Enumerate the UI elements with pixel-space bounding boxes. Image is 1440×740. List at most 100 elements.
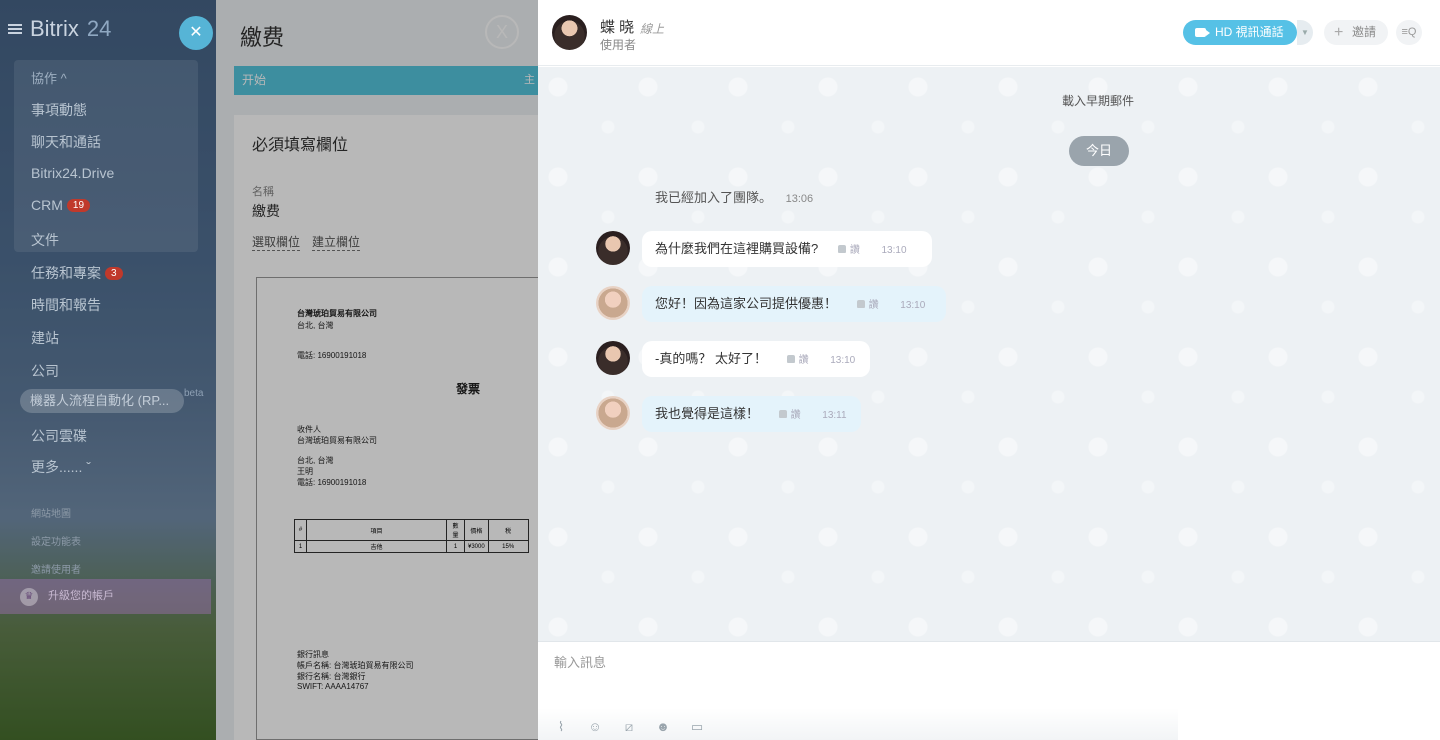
sidebar-item-more[interactable]: 更多...... ˇ (31, 457, 91, 477)
sidebar-item-company-drive[interactable]: 公司雲碟 (31, 426, 87, 446)
screen-icon[interactable]: ▭ (688, 718, 706, 736)
message-composer: 輸入訊息 ⌇ ☺ ⧄ ☻ ▭ (538, 641, 1440, 740)
message-time: 13:10 (900, 300, 926, 311)
doc-phone: 電話: 16900191018 (297, 351, 367, 360)
crown-icon: ♛ (20, 588, 38, 606)
table-cell: 吉他 (306, 540, 447, 553)
sidebar-item-company[interactable]: 公司 (31, 361, 59, 381)
card-heading: 必須填寫欄位 (252, 137, 349, 154)
date-divider: 今日 (1069, 136, 1129, 166)
name-field-value[interactable]: 繳费 (252, 201, 280, 221)
like-button[interactable]: 讚 (778, 410, 801, 421)
search-icon[interactable]: ≡Q (1396, 20, 1422, 45)
message-text: 為什麼我們在這裡購買設備? (655, 241, 819, 256)
close-icon[interactable]: X (485, 15, 519, 49)
close-slider-button[interactable]: ✕ (179, 16, 213, 50)
message-time: 13:11 (822, 410, 847, 421)
bitrix-logo[interactable]: Bitrix 24 (8, 16, 111, 42)
system-message: 我已經加入了團隊。 13:06 (655, 187, 813, 206)
sidebar-item-drive[interactable]: Bitrix24.Drive (31, 165, 114, 181)
avatar[interactable] (552, 15, 587, 50)
upgrade-account-button[interactable]: ♛ 升級您的帳戶 (0, 579, 211, 614)
menu-icon[interactable] (8, 24, 22, 34)
invoice-document: 台灣琥珀貿易有限公司 台北, 台灣 電話: 16900191018 發票 收件人… (256, 277, 538, 740)
message-input[interactable]: 輸入訊息 (554, 652, 606, 671)
page-title: 繳费 (240, 25, 285, 50)
list-item[interactable]: -真的嗎？ 太好了！ 讚 13:10 (642, 341, 870, 377)
load-earlier-link[interactable]: 載入早期郵件 (538, 92, 1440, 109)
list-item[interactable]: 為什麼我們在這裡購買設備? 讚 13:10 (642, 231, 932, 267)
crm-count-badge: 19 (66, 199, 91, 212)
thumbs-up-icon (778, 410, 787, 418)
sidebar-item-documents[interactable]: 文件 (31, 230, 59, 250)
status-badge: 線上 (640, 22, 665, 36)
doc-city: 台北, 台灣 (297, 321, 334, 330)
chevron-down-icon[interactable]: ▼ (1297, 20, 1313, 45)
table-cell: 1 (294, 540, 307, 553)
table-header: 價格 (464, 519, 489, 541)
name-field-label: 名稱 (252, 186, 274, 198)
thumbs-up-icon (786, 355, 795, 363)
message-time: 13:10 (881, 245, 907, 256)
like-button[interactable]: 讚 (837, 245, 860, 256)
list-item[interactable]: 我也覺得是這樣！ 讚 13:11 (642, 396, 861, 432)
slash-icon[interactable]: ⧄ (620, 718, 638, 736)
contact-name[interactable]: 蝶 晓 (600, 16, 634, 37)
select-field-link[interactable]: 選取欄位 (252, 233, 301, 251)
chat-panel: 蝶 晓 線上 使用者 HD 視訊通話 ▼ + 邀請 ≡Q 載入早期郵件 今日 我… (538, 0, 1440, 740)
avatar[interactable] (596, 341, 630, 375)
avatar[interactable] (596, 231, 630, 265)
hd-video-call-button[interactable]: HD 視訊通話 (1183, 20, 1297, 45)
message-time: 13:10 (830, 355, 856, 366)
sidebar-item-crm[interactable]: CRM 19 (31, 197, 91, 213)
invite-button[interactable]: + 邀請 (1324, 20, 1388, 45)
invite-users-link[interactable]: 邀請使用者 (31, 561, 81, 576)
chat-header: 蝶 晓 線上 使用者 HD 視訊通話 ▼ + 邀請 ≡Q (538, 0, 1440, 66)
table-header: 項目 (306, 519, 447, 541)
stage-next[interactable]: 主 (516, 66, 538, 95)
doc-recipient: 台灣琥珀貿易有限公司 (297, 436, 377, 445)
configure-menu-link[interactable]: 設定功能表 (31, 533, 81, 548)
hd-call-label: HD 視訊通話 (1215, 25, 1284, 39)
avatar[interactable] (596, 396, 630, 430)
thumbs-up-icon (837, 245, 846, 253)
sidebar-item-chat[interactable]: 聊天和通話 (31, 132, 101, 152)
thumbs-up-icon (856, 300, 865, 308)
sitemap-link[interactable]: 網站地圖 (31, 505, 71, 520)
table-header: 數量 (446, 519, 465, 541)
paperclip-icon[interactable]: ⌇ (552, 718, 570, 736)
tasks-count-badge: 3 (105, 267, 123, 280)
sidebar-item-feed[interactable]: 事項動態 (31, 100, 87, 120)
smile-icon[interactable]: ☻ (654, 718, 672, 736)
create-field-link[interactable]: 建立欄位 (312, 233, 361, 251)
like-button[interactable]: 讚 (856, 300, 879, 311)
message-text: 我也覺得是這樣！ (655, 406, 760, 421)
stage-start[interactable]: 开始 (234, 66, 516, 95)
system-message-text: 我已經加入了團隊。 (655, 190, 773, 205)
table-cell: 15% (487, 540, 529, 553)
doc-recipient-phone: 電話: 16900191018 (297, 478, 367, 487)
video-camera-icon (1195, 28, 1210, 37)
table-row: 1 吉他 1 ¥3000 15% (294, 540, 529, 553)
list-item[interactable]: 您好！因為這家公司提供優惠！ 讚 13:10 (642, 286, 946, 322)
table-header-row: # 項目 數量 價格 税 (294, 519, 529, 541)
user-icon[interactable]: ☺ (586, 718, 604, 736)
avatar[interactable] (596, 286, 630, 320)
doc-recipient-label: 收件人 (297, 425, 321, 434)
message-area[interactable]: 載入早期郵件 今日 我已經加入了團隊。 13:06 為什麼我們在這裡購買設備? … (538, 67, 1440, 641)
upgrade-label: 升級您的帳戶 (48, 590, 114, 602)
message-text: 您好！因為這家公司提供優惠！ (655, 296, 838, 311)
sidebar-item-sites[interactable]: 建站 (31, 328, 59, 348)
doc-recipient-city: 台北, 台灣 (297, 456, 334, 465)
composer-toolbar: ⌇ ☺ ⧄ ☻ ▭ (552, 718, 706, 736)
logo-number: 24 (86, 16, 112, 41)
collaboration-group (14, 60, 198, 252)
sidebar-item-time[interactable]: 時間和報告 (31, 295, 101, 315)
doc-bank-name: 銀行名稱: 台灣銀行 (297, 672, 366, 681)
sidebar-group-collaboration[interactable]: 協作 ^ (31, 68, 67, 87)
doc-swift: SWIFT: AAAA14767 (297, 682, 369, 691)
sidebar-item-tasks[interactable]: 任務和專案 3 (31, 263, 123, 283)
sidebar-item-rpa[interactable]: 機器人流程自動化 (RP... (20, 389, 184, 413)
beta-label: beta (184, 388, 204, 399)
like-button[interactable]: 讚 (786, 355, 809, 366)
